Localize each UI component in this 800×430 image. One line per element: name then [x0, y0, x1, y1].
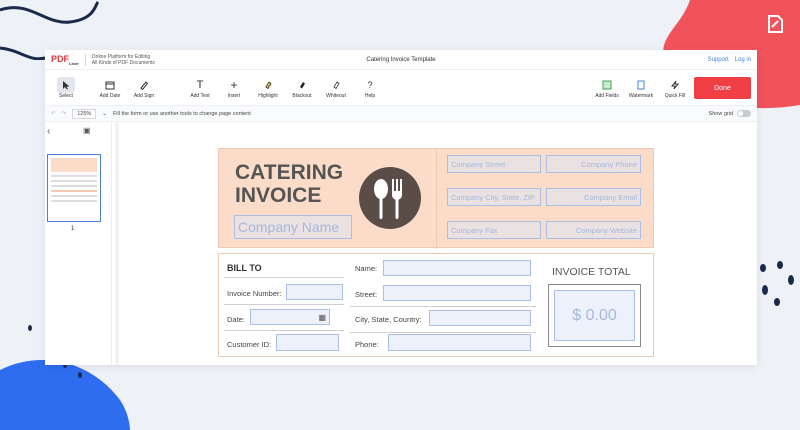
customer-id-input[interactable]	[276, 334, 339, 351]
pdf-brand-icon	[763, 12, 787, 36]
show-grid-toggle[interactable]	[737, 110, 751, 117]
cursor-icon	[57, 76, 75, 93]
customer-id-label: Customer ID:	[227, 340, 272, 349]
page-number: 1	[71, 226, 75, 232]
add-text-tool[interactable]: T Add Text	[183, 73, 217, 103]
company-city-field[interactable]: Company City, State, ZIP	[447, 188, 541, 206]
invoice-total-label: INVOICE TOTAL	[552, 266, 631, 278]
top-bar: PDFLiner Online Platform for Editing All …	[45, 50, 757, 70]
login-link[interactable]: Log in	[735, 57, 751, 63]
invoice-total-amount[interactable]: $ 0.00	[554, 290, 635, 341]
select-tool[interactable]: Select	[49, 73, 83, 103]
name-label: Name:	[355, 264, 378, 273]
document-page: CATERING INVOICE Company Name Company St…	[195, 128, 678, 364]
plus-icon: +	[230, 77, 238, 92]
add-sign-tool[interactable]: Add Sign	[127, 73, 161, 103]
row-divider	[224, 330, 344, 331]
whiteout-tool[interactable]: Whiteout	[319, 73, 353, 103]
fields-icon	[602, 77, 612, 93]
document-title: Catering Invoice Template	[366, 56, 436, 63]
header-divider	[436, 149, 437, 249]
pen-icon	[139, 77, 149, 93]
app-tagline: Online Platform for Editing All Kinds of …	[91, 53, 155, 66]
invoice-number-input[interactable]	[286, 284, 343, 300]
show-grid-label: Show grid	[708, 110, 733, 117]
pages-icon[interactable]: ▣	[83, 126, 91, 135]
row-divider	[350, 332, 536, 333]
company-phone-field[interactable]: Company Phone	[546, 155, 641, 173]
main-toolbar: Select Add Date Add Sign T Add Text + In…	[45, 70, 757, 106]
add-fields-tool[interactable]: Add Fields	[590, 73, 624, 103]
company-website-field[interactable]: Company Website	[546, 221, 641, 239]
row-divider	[350, 306, 536, 307]
question-icon: ?	[367, 79, 373, 90]
company-email-field[interactable]: Company Email	[546, 188, 641, 206]
invoice-total-box: $ 0.00	[548, 284, 641, 347]
invoice-number-label: Invoice Number:	[227, 289, 282, 298]
calendar-icon	[105, 77, 115, 93]
lightning-icon	[670, 77, 680, 93]
eraser-icon	[331, 77, 341, 93]
phone-label: Phone:	[355, 340, 379, 349]
row-divider	[224, 304, 344, 305]
zoom-select[interactable]: 125%	[72, 108, 97, 119]
watermark-tool[interactable]: Watermark	[624, 73, 658, 103]
page-thumbnails-panel: ‹ ▣ 1	[45, 122, 112, 365]
bill-to-heading: BILL TO	[227, 263, 262, 273]
text-icon: T	[196, 78, 204, 91]
done-button[interactable]: Done	[694, 77, 751, 99]
collapse-panel-icon[interactable]: ‹	[47, 126, 50, 137]
highlight-tool[interactable]: Highlight	[251, 73, 285, 103]
bill-to-section: BILL TO Invoice Number: Date: ▦ Customer…	[218, 253, 654, 357]
add-date-tool[interactable]: Add Date	[93, 73, 127, 103]
phone-input[interactable]	[388, 334, 531, 351]
page-thumbnail[interactable]	[47, 154, 101, 222]
redo-icon[interactable]: ↷	[62, 111, 67, 117]
invoice-header: CATERING INVOICE Company Name Company St…	[218, 148, 654, 249]
company-name-field[interactable]: Company Name	[234, 215, 352, 239]
invoice-title: CATERING INVOICE	[235, 161, 344, 207]
city-state-country-input[interactable]	[429, 310, 531, 326]
insert-tool[interactable]: + Insert	[217, 73, 251, 103]
watermark-icon	[636, 77, 646, 93]
company-street-field[interactable]: Company Street	[447, 155, 541, 173]
blackout-icon	[297, 77, 307, 93]
calendar-icon[interactable]: ▦	[318, 313, 326, 322]
date-label: Date:	[227, 315, 245, 324]
logo-separator	[84, 53, 86, 66]
quick-fill-tool[interactable]: Quick Fill	[658, 73, 692, 103]
chevron-down-icon[interactable]: ⌄	[102, 111, 107, 117]
company-fax-field[interactable]: Company Fax	[447, 221, 541, 239]
name-input[interactable]	[383, 260, 531, 276]
help-tool[interactable]: ? Help	[353, 73, 387, 103]
city-state-country-label: City, State, Country:	[355, 315, 422, 324]
blackout-tool[interactable]: Blackout	[285, 73, 319, 103]
app-logo[interactable]: PDFLiner	[51, 54, 79, 66]
undo-icon[interactable]: ↶	[51, 111, 56, 117]
decor-navy-dots-right	[760, 261, 794, 306]
sub-toolbar: ↶ ↷ 125% ⌄ Fill the form or use another …	[45, 106, 757, 122]
fork-spoon-icon	[359, 167, 421, 229]
support-link[interactable]: Support	[708, 57, 729, 63]
highlighter-icon	[263, 77, 273, 93]
date-input[interactable]: ▦	[250, 309, 330, 325]
row-divider	[224, 277, 344, 278]
street-label: Street:	[355, 290, 378, 299]
street-input[interactable]	[383, 285, 531, 301]
hint-text: Fill the form or use another tools to ch…	[112, 110, 251, 117]
panel-scrollbar[interactable]	[115, 122, 119, 365]
